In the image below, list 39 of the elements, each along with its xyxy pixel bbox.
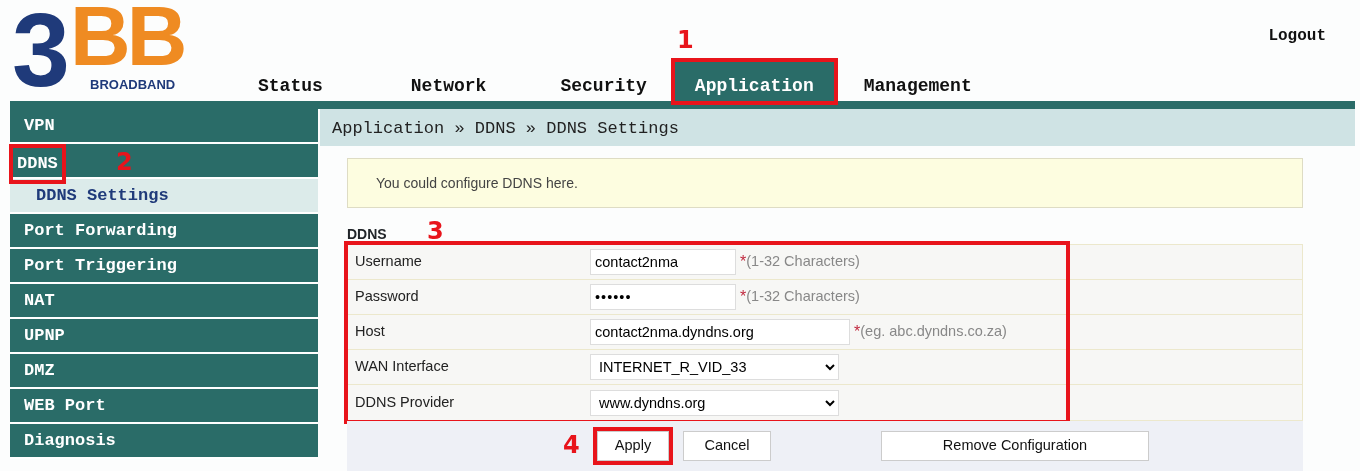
field-label: Password: [354, 287, 420, 307]
required-mark: *: [854, 322, 861, 342]
callout-number: 2: [116, 150, 133, 174]
sidebar-subitem[interactable]: DDNS Settings: [10, 179, 318, 214]
nav-tab[interactable]: Security: [540, 62, 667, 101]
field-label: WAN Interface: [354, 357, 450, 377]
field-hint: (eg. abc.dyndns.co.za): [860, 322, 1007, 342]
nav-tab[interactable]: Status: [238, 62, 343, 101]
sidebar-item[interactable]: VPN: [10, 109, 318, 144]
nav-tab[interactable]: Network: [390, 62, 507, 101]
field-hint: (1-32 Characters): [746, 287, 860, 307]
cancel-button[interactable]: Cancel: [683, 431, 771, 461]
callout-number: 4: [563, 433, 580, 457]
field-label: DDNS Provider: [354, 392, 456, 412]
sidebar-item[interactable]: Port Forwarding: [10, 214, 318, 249]
dropdown[interactable]: INTERNET_R_VID_33: [590, 354, 839, 380]
field-label: Host: [354, 322, 386, 342]
sidebar-item[interactable]: Diagnosis: [10, 424, 318, 459]
input-field[interactable]: ••••••: [590, 284, 736, 310]
field-hint: (1-32 Characters): [746, 252, 860, 272]
input-field[interactable]: contact2nma.dyndns.org: [590, 319, 850, 345]
field-label: Username: [354, 252, 423, 272]
sidebar-item[interactable]: Port Triggering: [10, 249, 318, 284]
callout-number: 1: [677, 28, 694, 52]
dropdown[interactable]: www.dyndns.org: [590, 389, 839, 416]
info-message: You could configure DDNS here.: [347, 158, 1303, 208]
breadcrumb: Application » DDNS » DDNS Settings: [320, 109, 1355, 146]
sidebar-item[interactable]: UPNP: [10, 319, 318, 354]
nav-tab[interactable]: Management: [843, 62, 992, 101]
sidebar-item[interactable]: DMZ: [10, 354, 318, 389]
logout-link[interactable]: Logout: [1268, 24, 1326, 48]
required-mark: *: [740, 287, 747, 307]
input-field[interactable]: contact2nma: [590, 249, 736, 275]
remove-button[interactable]: Remove Configuration: [881, 431, 1149, 461]
sidebar-item[interactable]: WEB Port: [10, 389, 318, 424]
callout-number: 3: [427, 219, 444, 243]
section-title: DDNS: [347, 226, 387, 242]
sidebar-item[interactable]: NAT: [10, 284, 318, 319]
required-mark: *: [740, 252, 747, 272]
